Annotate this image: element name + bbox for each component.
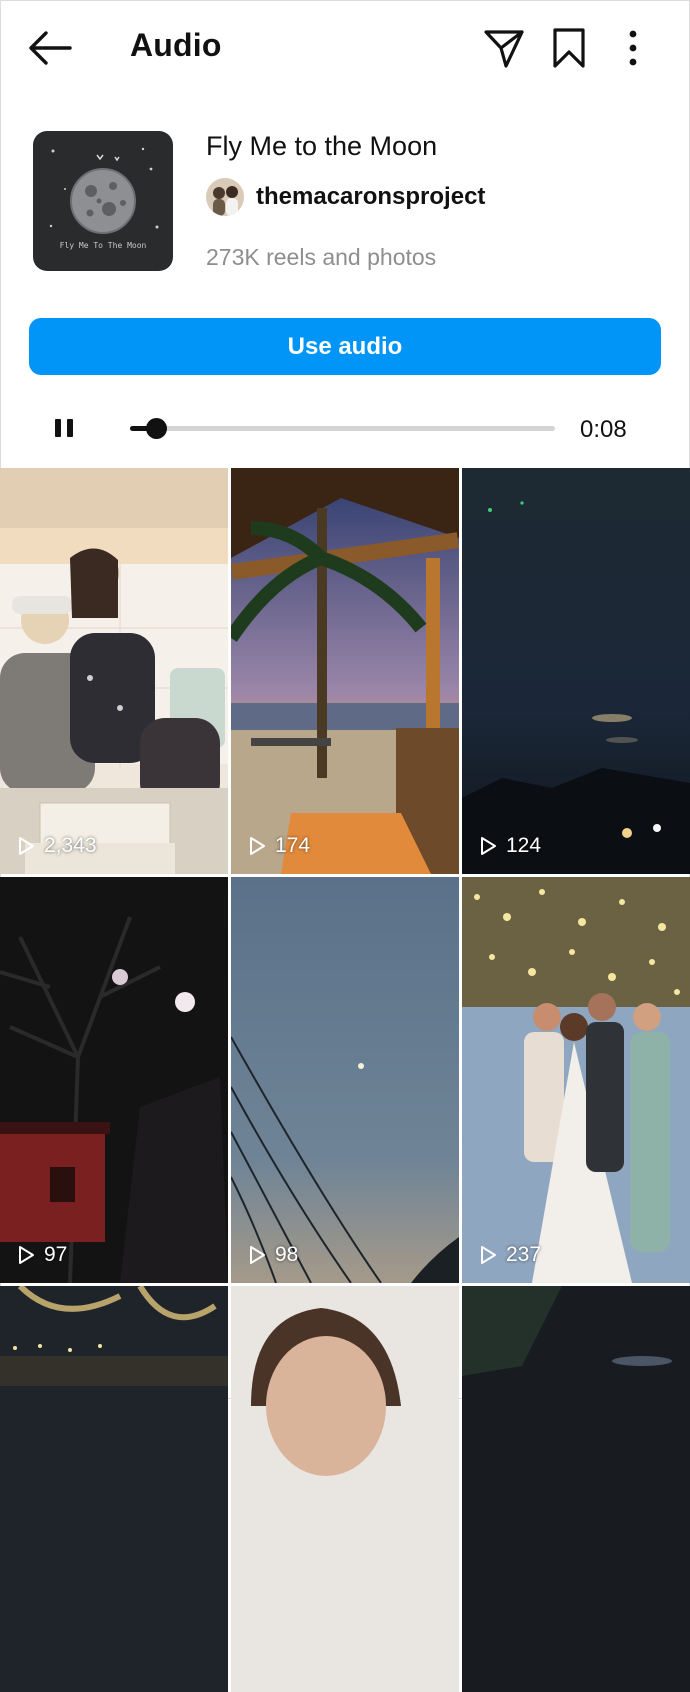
view-count: 124 — [478, 834, 541, 858]
view-count-value: 2,343 — [44, 834, 97, 857]
pause-button[interactable] — [48, 411, 82, 445]
share-button[interactable] — [482, 26, 526, 70]
reel-image — [462, 1286, 690, 1692]
view-count-value: 97 — [44, 1243, 68, 1266]
post-count: 273K reels and photos — [206, 244, 437, 270]
scrubber-handle[interactable] — [145, 418, 167, 439]
reel-thumbnail[interactable]: 97 — [0, 877, 228, 1283]
reel-thumbnail[interactable]: 124 — [462, 468, 690, 874]
use-audio-button[interactable]: Use audio — [29, 318, 661, 375]
moon-artwork — [49, 147, 159, 234]
audio-scrubber[interactable] — [130, 418, 555, 439]
view-count-value: 174 — [275, 834, 311, 857]
reel-thumbnail[interactable]: 2,343 — [0, 468, 228, 874]
save-button[interactable] — [547, 26, 591, 70]
view-count: 98 — [247, 1243, 298, 1267]
artist-link[interactable]: themacaronsproject — [206, 178, 485, 216]
reel-image — [462, 468, 690, 874]
play-outline-icon — [481, 1246, 496, 1264]
page-title: Audio — [130, 27, 222, 63]
reel-image — [231, 1286, 459, 1692]
view-count: 2,343 — [16, 834, 97, 858]
reel-image — [0, 1286, 228, 1692]
avatar — [206, 178, 244, 216]
artist-name: themacaronsproject — [256, 183, 486, 210]
view-count-value: 124 — [506, 834, 542, 857]
reel-image — [462, 877, 690, 1283]
arrow-left-icon — [29, 31, 72, 65]
reel-thumbnail[interactable] — [462, 1286, 690, 1692]
top-app-bar: Audio — [0, 0, 690, 96]
play-outline-icon — [481, 837, 496, 855]
reel-image — [0, 877, 228, 1283]
view-count-value: 98 — [275, 1243, 299, 1266]
playback-time: 0:08 — [580, 416, 627, 443]
album-cover: Fly Me To The Moon — [33, 131, 173, 271]
reel-thumbnail[interactable] — [231, 1286, 459, 1692]
pause-icon — [55, 419, 73, 437]
view-count: 237 — [478, 1243, 541, 1267]
reel-thumbnail[interactable] — [0, 1286, 228, 1692]
audio-title: Fly Me to the Moon — [206, 131, 438, 161]
view-count: 174 — [247, 834, 310, 858]
more-options-button[interactable] — [611, 26, 655, 70]
bookmark-icon — [553, 28, 585, 68]
reel-image — [0, 468, 228, 874]
more-vertical-icon — [629, 30, 637, 66]
send-icon — [484, 30, 524, 68]
back-button[interactable] — [26, 28, 74, 68]
view-count-value: 237 — [506, 1243, 542, 1266]
reel-thumbnail[interactable]: 98 — [231, 877, 459, 1283]
cover-caption: Fly Me To The Moon — [59, 241, 147, 250]
play-outline-icon — [250, 837, 265, 855]
reel-image — [231, 877, 459, 1283]
reel-thumbnail[interactable]: 174 — [231, 468, 459, 874]
play-outline-icon — [250, 1246, 265, 1264]
play-outline-icon — [19, 837, 34, 855]
play-outline-icon — [19, 1246, 34, 1264]
reel-image — [231, 468, 459, 874]
view-count: 97 — [16, 1243, 67, 1267]
reel-thumbnail[interactable]: 237 — [462, 877, 690, 1283]
